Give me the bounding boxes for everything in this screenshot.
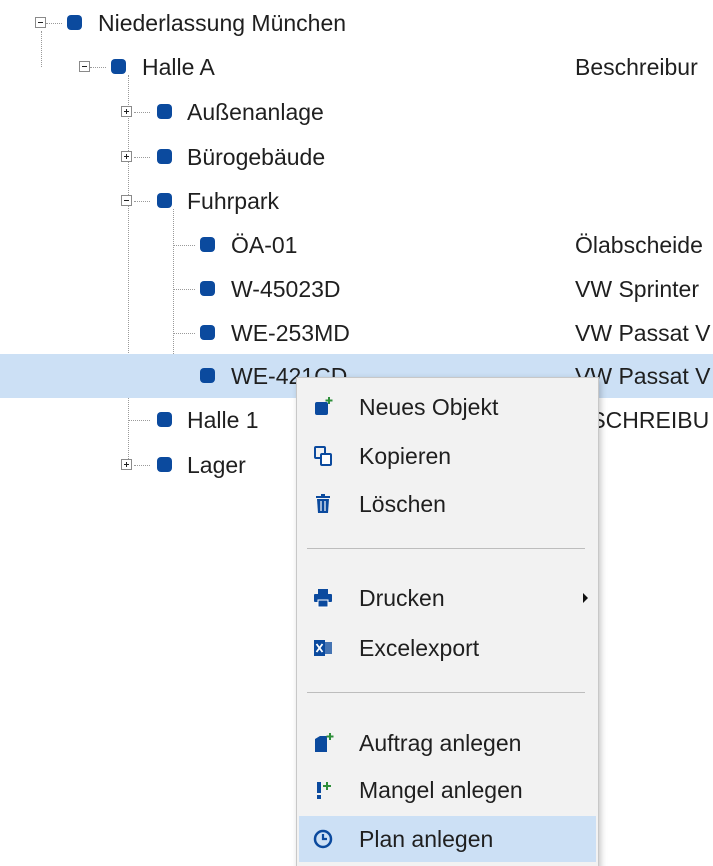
tree-node-halle-a[interactable]: Halle A Beschreibur [0, 45, 713, 89]
menu-item-loeschen[interactable]: Löschen [299, 481, 596, 527]
node-icon [200, 368, 215, 383]
menu-item-plan-anlegen[interactable]: Plan anlegen [299, 816, 596, 862]
collapse-toggle-icon[interactable] [121, 195, 132, 206]
tree-node-label: Fuhrpark [187, 188, 280, 214]
tree-node-label: ÖA-01 [231, 232, 298, 258]
tree-node-label: Halle A [142, 54, 215, 80]
new-object-icon [315, 397, 333, 415]
expand-toggle-icon[interactable] [121, 106, 132, 117]
menu-item-label: Kopieren [359, 443, 452, 469]
tree-node-vehicle[interactable]: WE-253MD VW Passat V [0, 311, 713, 355]
menu-item-kopieren[interactable]: Kopieren [299, 433, 596, 479]
description-cell: VW Sprinter [575, 276, 699, 302]
tree-node-label: Bürogebäude [187, 144, 326, 170]
menu-item-label: Drucken [359, 585, 445, 611]
menu-item-auftrag-anlegen[interactable]: Auftrag anlegen [299, 720, 596, 766]
menu-item-label: Auftrag anlegen [359, 730, 522, 756]
tree-node-buerogebaeude[interactable]: Bürogebäude [0, 135, 713, 179]
node-icon [200, 281, 215, 296]
menu-separator [307, 692, 585, 693]
tree-node-vehicle[interactable]: W-45023D VW Sprinter [0, 267, 713, 311]
create-defect-icon [317, 782, 331, 799]
menu-item-neues-objekt[interactable]: Neues Objekt [299, 384, 596, 430]
node-icon [67, 15, 82, 30]
tree-view-panel: Niederlassung München Halle A Beschreibu… [0, 0, 713, 866]
description-cell: Ölabscheide [575, 232, 703, 258]
tree-node-label: Halle 1 [187, 407, 259, 433]
tree-node-label: Lager [187, 452, 246, 478]
menu-item-label: Neues Objekt [359, 394, 499, 420]
trash-icon [316, 494, 330, 513]
description-cell: Beschreibur [575, 54, 698, 80]
menu-separator [307, 548, 585, 549]
node-icon [157, 149, 172, 164]
tree-node-label: Niederlassung München [98, 10, 347, 36]
node-icon [111, 59, 126, 74]
excel-icon [314, 640, 332, 656]
tree-node-fuhrpark[interactable]: Fuhrpark [0, 179, 713, 223]
expand-toggle-icon[interactable] [121, 459, 132, 470]
menu-item-label: Mangel anlegen [359, 777, 523, 803]
tree-node-vehicle[interactable]: ÖA-01 Ölabscheide [0, 223, 713, 267]
printer-icon [314, 589, 332, 608]
node-icon [200, 237, 215, 252]
tree-node-niederlassung-muenchen[interactable]: Niederlassung München [0, 1, 713, 45]
context-menu: Neues Objekt Kopieren Löschen Drucken Ex… [296, 377, 599, 866]
menu-item-label: Plan anlegen [359, 826, 494, 852]
node-icon [157, 193, 172, 208]
tree-node-label: WE-253MD [231, 320, 350, 346]
tree-node-aussenanlage[interactable]: Außenanlage [0, 90, 713, 134]
create-order-icon [315, 733, 334, 752]
node-icon [157, 457, 172, 472]
menu-item-label: Excelexport [359, 635, 480, 661]
menu-item-drucken[interactable]: Drucken [299, 575, 596, 621]
collapse-toggle-icon[interactable] [35, 17, 46, 28]
expand-toggle-icon[interactable] [121, 151, 132, 162]
menu-item-excelexport[interactable]: Excelexport [299, 625, 596, 671]
collapse-toggle-icon[interactable] [79, 61, 90, 72]
tree-node-label: Außenanlage [187, 99, 324, 125]
description-cell: VW Passat V [575, 320, 711, 346]
clock-icon [313, 829, 333, 849]
menu-item-label: Löschen [359, 491, 446, 517]
node-icon [157, 412, 172, 427]
node-icon [200, 325, 215, 340]
menu-item-mangel-anlegen[interactable]: Mangel anlegen [299, 767, 596, 813]
tree-node-label: W-45023D [231, 276, 341, 302]
copy-icon [314, 446, 332, 466]
node-icon [157, 104, 172, 119]
submenu-arrow-icon [583, 593, 588, 603]
